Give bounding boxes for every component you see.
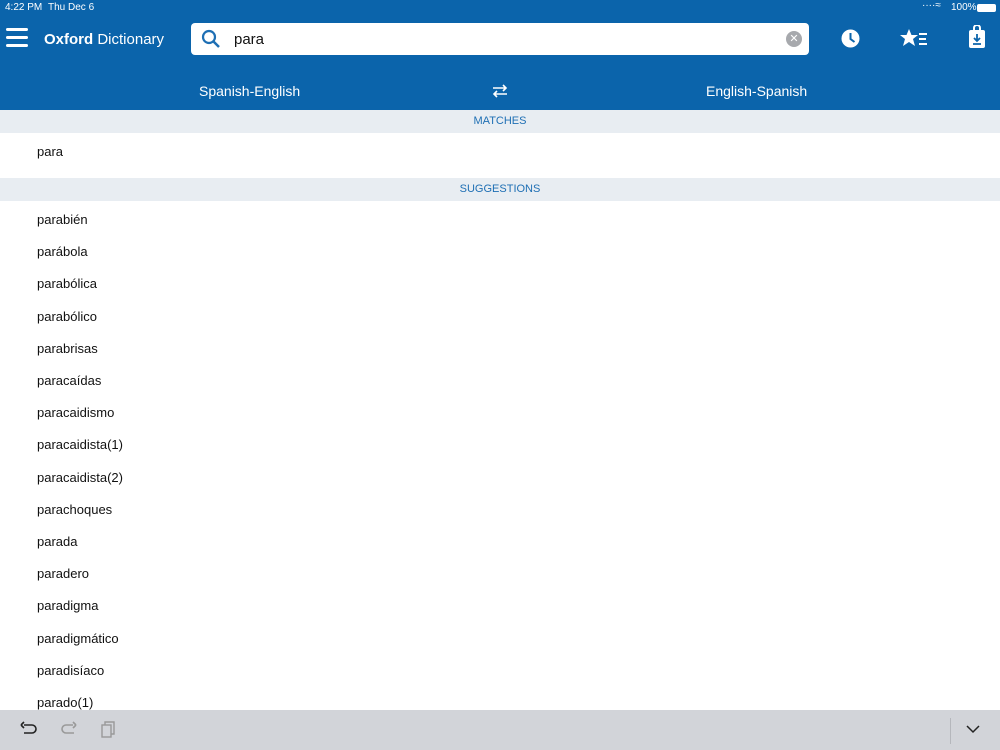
list-item[interactable]: parado(1)	[37, 695, 93, 710]
list-item[interactable]: paradero	[37, 566, 89, 581]
list-item[interactable]: paracaídas	[37, 373, 101, 388]
status-date: Thu Dec 6	[48, 2, 95, 13]
suggestions-header: SUGGESTIONS	[0, 178, 1000, 201]
list-item[interactable]: paradigma	[37, 598, 98, 613]
chevron-down-icon[interactable]	[966, 724, 980, 734]
toolbar-divider	[950, 718, 951, 744]
list-item[interactable]: para	[37, 144, 63, 159]
battery-percent: 100%	[951, 2, 977, 13]
search-box: ✕	[191, 23, 809, 55]
list-item[interactable]: parábola	[37, 244, 88, 259]
battery-icon	[977, 4, 996, 12]
redo-icon[interactable]	[60, 721, 78, 739]
paste-icon[interactable]	[100, 720, 116, 740]
favorites-icon[interactable]	[900, 28, 928, 48]
tab-english-spanish[interactable]: English-Spanish	[706, 83, 807, 99]
clear-search-icon[interactable]: ✕	[786, 31, 802, 47]
search-input[interactable]	[234, 29, 774, 49]
swap-languages-icon[interactable]	[491, 83, 509, 99]
list-item[interactable]: parabrisas	[37, 341, 98, 356]
history-icon[interactable]	[841, 29, 860, 48]
list-item[interactable]: parabólica	[37, 276, 97, 291]
list-item[interactable]: paradisíaco	[37, 663, 104, 678]
search-icon	[201, 29, 220, 48]
wifi-icon: ····≈	[922, 0, 941, 11]
tab-spanish-english[interactable]: Spanish-English	[199, 83, 300, 99]
list-item[interactable]: parabién	[37, 212, 88, 227]
list-item[interactable]: paracaidista(1)	[37, 437, 123, 452]
menu-button[interactable]	[6, 28, 28, 48]
downloads-icon[interactable]	[968, 25, 986, 49]
list-item[interactable]: parada	[37, 534, 77, 549]
app-title: Oxford Dictionary	[44, 31, 165, 48]
list-item[interactable]: paradigmático	[37, 631, 119, 646]
list-item[interactable]: parachoques	[37, 502, 112, 517]
matches-header: MATCHES	[0, 110, 1000, 133]
status-time: 4:22 PM	[5, 2, 43, 13]
undo-icon[interactable]	[20, 721, 38, 739]
keyboard-toolbar	[0, 710, 1000, 750]
list-item[interactable]: parabólico	[37, 309, 97, 324]
list-item[interactable]: paracaidismo	[37, 405, 114, 420]
list-item[interactable]: paracaidista(2)	[37, 470, 123, 485]
app-header: 4:22 PM Thu Dec 6 ····≈ 100% Oxford Dict…	[0, 0, 1000, 110]
